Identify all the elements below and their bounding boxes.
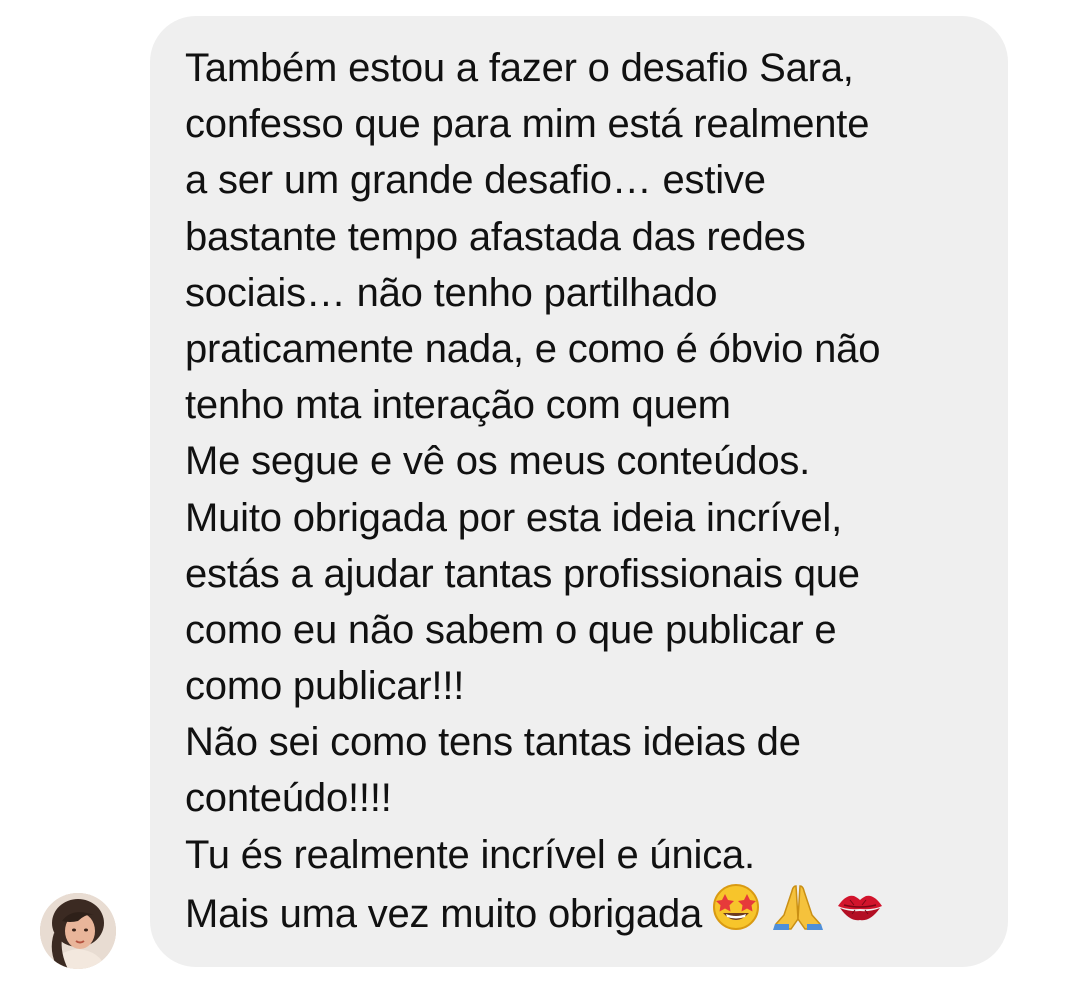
folded-hands-icon: [770, 880, 826, 947]
message-line: como publicar!!!: [185, 664, 465, 709]
message-last-line: Mais uma vez muito obrigada: [185, 883, 888, 939]
message-line: confesso que para mim está realmente: [185, 102, 870, 147]
star-struck-face-icon: [708, 880, 764, 947]
message-line: Não sei como tens tantas ideias de: [185, 720, 801, 765]
message-line: a ser um grande desafio… estive: [185, 158, 766, 203]
user-avatar-photo: [40, 893, 116, 969]
avatar[interactable]: [40, 893, 116, 969]
message-line: bastante tempo afastada das redes: [185, 214, 806, 259]
message-line: Me segue e vê os meus conteúdos.: [185, 439, 811, 484]
message-line: como eu não sabem o que publicar e: [185, 607, 837, 652]
message-line: Muito obrigada por esta ideia incrível,: [185, 495, 843, 540]
message-line: tenho mta interação com quem: [185, 383, 731, 428]
message-bubble[interactable]: Também estou a fazer o desafio Sara, con…: [150, 16, 1008, 967]
message-line: praticamente nada, e como é óbvio não: [185, 326, 881, 371]
message-line: sociais… não tenho partilhado: [185, 270, 718, 315]
message-text: Também estou a fazer o desafio Sara, con…: [185, 40, 888, 939]
kiss-mark-icon: [832, 880, 888, 947]
message-line: conteúdo!!!!: [185, 776, 392, 821]
message-line-text: Mais uma vez muito obrigada: [185, 891, 703, 936]
message-line: estás a ajudar tantas profissionais que: [185, 551, 860, 596]
message-line: Tu és realmente incrível e única.: [185, 832, 755, 877]
message-line: Também estou a fazer o desafio Sara,: [185, 46, 854, 90]
